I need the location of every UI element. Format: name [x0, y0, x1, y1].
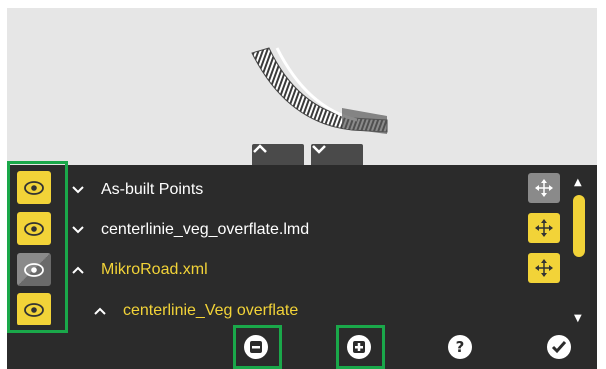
chevron-down-icon[interactable] — [67, 226, 89, 234]
help-button[interactable]: ? — [446, 333, 474, 361]
chevron-down-icon[interactable] — [67, 186, 89, 194]
eye-icon — [24, 180, 44, 195]
move-arrows-icon — [535, 259, 553, 277]
scroll-up-arrow-icon[interactable]: ▲ — [574, 177, 582, 188]
eye-icon — [24, 221, 44, 236]
minus-circle-icon — [244, 335, 268, 359]
move-arrows-icon — [535, 219, 553, 237]
check-icon — [547, 335, 571, 359]
chevron-up-icon[interactable] — [67, 266, 89, 274]
scroll-down-arrow-icon[interactable]: ▼ — [574, 313, 582, 324]
visibility-toggle-centerlinie-lmd[interactable] — [17, 212, 51, 245]
move-button-mikroroad[interactable] — [528, 253, 560, 283]
confirm-button[interactable] — [545, 333, 573, 361]
visibility-toggle-mikroroad[interactable] — [17, 253, 51, 286]
tree-row-centerlinie-veg[interactable]: centerlinie_Veg overflate — [89, 296, 298, 326]
visibility-toggle-as-built-points[interactable] — [17, 171, 51, 204]
eye-icon — [24, 262, 44, 277]
collapse-all-button[interactable] — [242, 333, 270, 361]
move-button-centerlinie-lmd[interactable] — [528, 213, 560, 243]
tree-row-label: centerlinie_Veg overflate — [123, 302, 299, 319]
scrollbar-thumb[interactable] — [573, 195, 585, 257]
bottom-toolbar: ? — [7, 325, 597, 369]
eye-icon — [24, 302, 44, 317]
move-arrows-icon — [535, 179, 553, 197]
tree-row-label: MikroRoad.xml — [101, 261, 208, 278]
road-preview-graphic — [251, 47, 388, 134]
chevron-up-icon[interactable] — [89, 307, 111, 315]
expand-all-button[interactable] — [345, 333, 373, 361]
tree-row-centerlinie-lmd[interactable]: centerlinie_veg_overflate.lmd — [67, 215, 309, 245]
help-icon: ? — [448, 335, 472, 359]
plus-circle-icon — [347, 335, 371, 359]
svg-text:?: ? — [456, 338, 465, 356]
chevron-down-icon — [312, 145, 326, 154]
model-preview[interactable] — [7, 8, 597, 168]
move-button-as-built-points[interactable] — [528, 173, 560, 203]
tree-row-as-built-points[interactable]: As-built Points — [67, 175, 203, 205]
tree-row-mikroroad[interactable]: MikroRoad.xml — [67, 255, 208, 285]
tree-row-label: centerlinie_veg_overflate.lmd — [101, 221, 310, 238]
chevron-up-icon — [253, 144, 267, 153]
visibility-toggle-centerlinie-veg[interactable] — [17, 293, 51, 326]
tree-row-label: As-built Points — [101, 181, 204, 198]
